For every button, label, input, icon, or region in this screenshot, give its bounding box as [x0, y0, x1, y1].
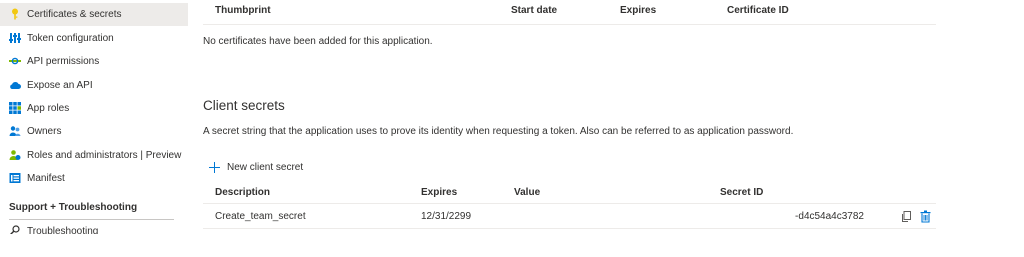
- roles-admins-icon: [9, 149, 21, 161]
- sidebar-item-certificates-secrets[interactable]: Certificates & secrets: [0, 3, 188, 26]
- sidebar-item-label: Troubleshooting: [27, 226, 99, 234]
- table-row: Create_team_secret 12/31/2299 -d4c54a4c3…: [203, 205, 936, 229]
- copy-icon[interactable]: [900, 210, 913, 223]
- sidebar-item-token-configuration[interactable]: Token configuration: [0, 27, 188, 50]
- client-secrets-title: Client secrets: [203, 98, 285, 113]
- sidebar-item-label: Manifest: [27, 173, 65, 184]
- secrets-table-header: Description Expires Value Secret ID: [203, 182, 936, 204]
- sidebar-item-roles-administrators[interactable]: Roles and administrators | Preview: [0, 144, 188, 167]
- column-header-thumbprint[interactable]: Thumbprint: [215, 5, 271, 16]
- token-config-icon: [9, 32, 21, 44]
- sidebar-item-app-roles[interactable]: App roles: [0, 97, 188, 120]
- sidebar-item-troubleshooting[interactable]: Troubleshooting: [0, 222, 188, 234]
- sidebar-item-label: App roles: [27, 103, 70, 114]
- sidebar-item-label: API permissions: [27, 56, 100, 67]
- column-header-description[interactable]: Description: [215, 187, 270, 198]
- main-content: Thumbprint Start date Expires Certificat…: [203, 0, 943, 257]
- app-roles-icon: [9, 102, 21, 114]
- manifest-icon: [9, 172, 21, 184]
- sidebar-item-label: Owners: [27, 126, 62, 137]
- sidebar-item-expose-api[interactable]: Expose an API: [0, 74, 188, 97]
- column-header-start-date[interactable]: Start date: [511, 5, 557, 16]
- cloud-icon: [9, 79, 21, 91]
- support-troubleshooting-header: Support + Troubleshooting: [9, 202, 138, 213]
- sidebar-item-label: Token configuration: [27, 33, 114, 44]
- certificates-table-header: Thumbprint Start date Expires Certificat…: [203, 0, 936, 25]
- wrench-icon: [9, 224, 21, 234]
- sidebar-item-manifest[interactable]: Manifest: [0, 167, 188, 190]
- certificates-empty-message: No certificates have been added for this…: [203, 36, 433, 47]
- api-permissions-icon: [9, 55, 21, 67]
- sidebar-item-label: Roles and administrators | Preview: [27, 150, 182, 161]
- sidebar-item-owners[interactable]: Owners: [0, 120, 188, 143]
- section-divider: [9, 219, 174, 220]
- sidebar: Certificates & secrets Token configurati…: [0, 0, 190, 257]
- sidebar-item-label: Certificates & secrets: [27, 9, 122, 20]
- new-client-secret-label: New client secret: [227, 161, 304, 173]
- column-header-certificate-id[interactable]: Certificate ID: [727, 5, 789, 16]
- column-header-expires[interactable]: Expires: [421, 187, 457, 198]
- delete-icon[interactable]: [919, 210, 932, 223]
- client-secrets-description: A secret string that the application use…: [203, 126, 794, 137]
- secret-description: Create_team_secret: [215, 211, 306, 222]
- column-header-value[interactable]: Value: [514, 187, 540, 198]
- new-client-secret-button[interactable]: New client secret: [209, 159, 303, 175]
- secret-id: -d4c54a4c3782: [795, 211, 864, 222]
- plus-icon: [209, 161, 220, 173]
- sidebar-item-label: Expose an API: [27, 80, 93, 91]
- owners-icon: [9, 125, 21, 137]
- column-header-expires[interactable]: Expires: [620, 5, 656, 16]
- secret-expires: 12/31/2299: [421, 211, 472, 222]
- column-header-secret-id[interactable]: Secret ID: [720, 187, 763, 198]
- sidebar-item-api-permissions[interactable]: API permissions: [0, 50, 188, 73]
- key-icon: [9, 8, 21, 20]
